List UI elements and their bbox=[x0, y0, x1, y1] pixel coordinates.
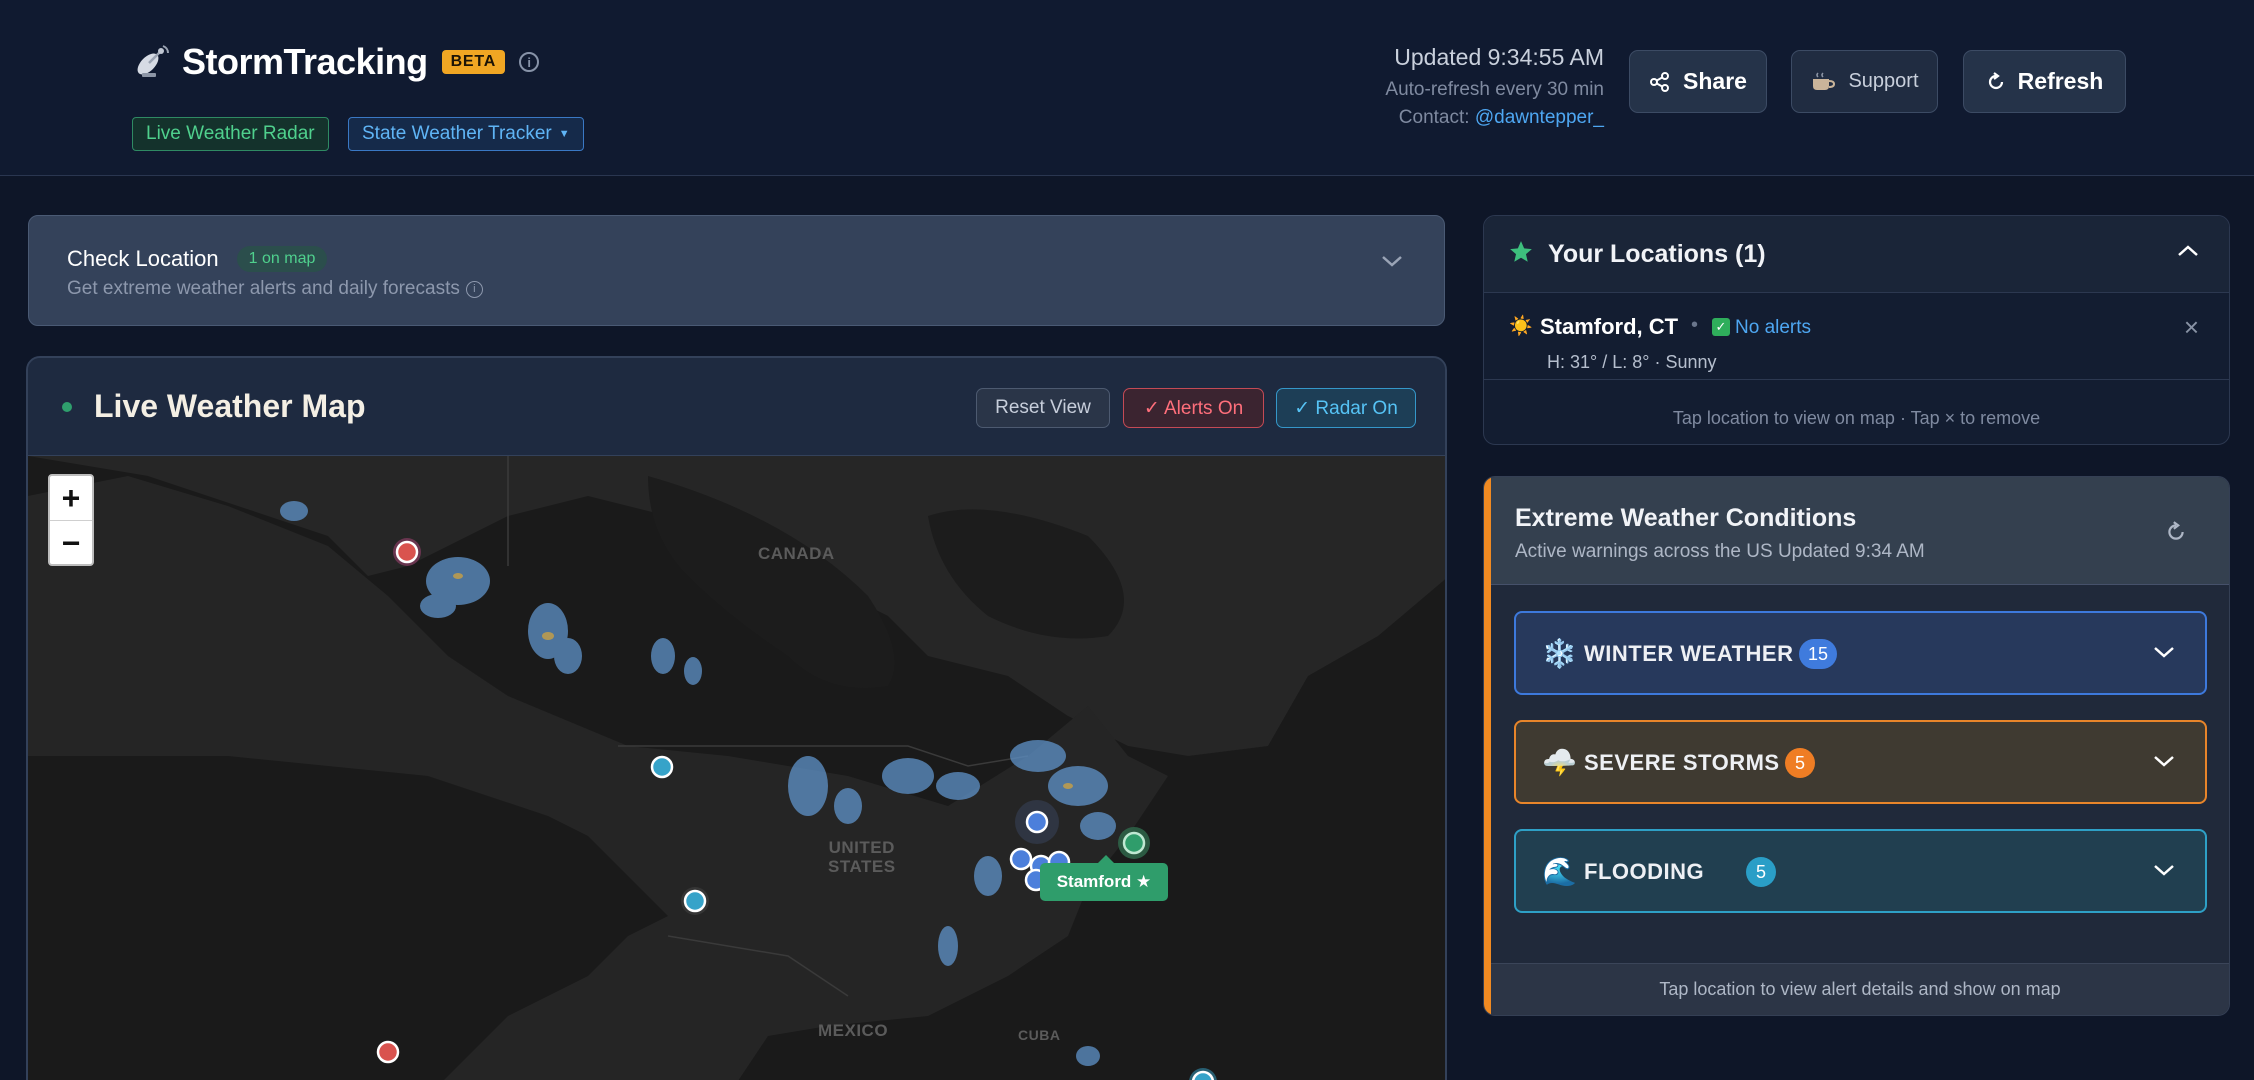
caret-down-icon: ▼ bbox=[558, 128, 570, 140]
chevron-down-icon bbox=[2153, 645, 2175, 664]
chevron-down-icon bbox=[2153, 863, 2175, 882]
sun-icon: ☀️ bbox=[1509, 316, 1533, 337]
check-location-panel[interactable]: Check Location 1 on map Get extreme weat… bbox=[28, 215, 1445, 326]
chevron-down-icon[interactable] bbox=[1380, 254, 1404, 273]
map-label-united-states: UNITED STATES bbox=[828, 838, 896, 876]
chevron-up-icon[interactable] bbox=[2177, 244, 2199, 263]
beta-badge: BETA bbox=[441, 50, 506, 74]
info-icon[interactable]: i bbox=[465, 280, 483, 298]
support-label: Support bbox=[1848, 70, 1919, 92]
radar-toggle[interactable]: ✓ Radar On bbox=[1276, 388, 1416, 428]
info-icon[interactable]: i bbox=[519, 52, 540, 72]
wave-icon: 🌊 bbox=[1542, 856, 1577, 887]
contact-line: Contact: @dawntepper_ bbox=[1385, 107, 1604, 129]
accent-bar bbox=[1484, 477, 1491, 1015]
category-label: FLOODING bbox=[1584, 859, 1705, 884]
updated-time: Updated 9:34:55 AM bbox=[1394, 44, 1604, 70]
check-icon: ✓ bbox=[1712, 318, 1730, 336]
state-weather-tracker-dropdown[interactable]: State Weather Tracker ▼ bbox=[348, 117, 584, 151]
auto-refresh-note: Auto-refresh every 30 min bbox=[1385, 79, 1604, 100]
category-count-badge: 5 bbox=[1785, 748, 1815, 778]
your-locations-header[interactable]: Your Locations (1) bbox=[1484, 216, 2229, 293]
check-location-subtitle: Get extreme weather alerts and daily for… bbox=[67, 278, 460, 299]
extreme-weather-title: Extreme Weather Conditions bbox=[1515, 504, 1857, 532]
category-label: SEVERE STORMS bbox=[1584, 750, 1780, 775]
refresh-label: Refresh bbox=[2017, 68, 2104, 94]
map-label-mexico: MEXICO bbox=[818, 1021, 889, 1040]
refresh-icon[interactable] bbox=[2165, 521, 2187, 548]
remove-location-icon[interactable]: × bbox=[2184, 312, 2199, 343]
category-flooding[interactable]: 🌊 FLOODING 5 bbox=[1514, 829, 2207, 913]
category-count-badge: 15 bbox=[1799, 639, 1838, 669]
stamford-map-tooltip[interactable]: Stamford ★ bbox=[1040, 855, 1168, 901]
zoom-out-button[interactable]: − bbox=[50, 521, 92, 566]
map-title: Live Weather Map bbox=[94, 388, 366, 424]
live-weather-radar-link[interactable]: Live Weather Radar bbox=[132, 117, 329, 151]
contact-handle-link[interactable]: @dawntepper_ bbox=[1475, 107, 1604, 128]
satellite-dish-icon bbox=[130, 40, 174, 84]
refresh-button[interactable]: Refresh bbox=[1963, 50, 2126, 113]
category-severe-storms[interactable]: 🌩️ SEVERE STORMS 5 bbox=[1514, 720, 2207, 804]
support-button[interactable]: Support bbox=[1791, 50, 1938, 113]
map-label-cuba: CUBA bbox=[1018, 1027, 1061, 1043]
zoom-control: + − bbox=[48, 474, 94, 566]
brand: StormTracking BETA i bbox=[130, 40, 540, 84]
location-forecast: H: 31° / L: 8° · Sunny bbox=[1547, 352, 1717, 372]
weather-map[interactable]: CANADA UNITED STATES MEXICO CUBA + − Sta… bbox=[28, 456, 1445, 1080]
extreme-weather-header: Extreme Weather Conditions Active warnin… bbox=[1491, 477, 2229, 585]
live-weather-radar-label: Live Weather Radar bbox=[146, 123, 315, 144]
location-item[interactable]: ☀️ Stamford, CT • ✓ No alerts H: 31° / L… bbox=[1484, 294, 2229, 380]
star-icon bbox=[1508, 239, 1534, 270]
share-button[interactable]: Share bbox=[1629, 50, 1767, 113]
map-toolbar: Live Weather Map Reset View ✓ Alerts On … bbox=[28, 358, 1445, 456]
reset-view-button[interactable]: Reset View bbox=[976, 388, 1110, 428]
app-title: StormTracking bbox=[182, 41, 428, 82]
category-count-badge: 5 bbox=[1746, 857, 1776, 887]
location-city: Stamford, CT bbox=[1540, 314, 1679, 339]
map-canvas bbox=[28, 456, 1445, 1080]
zoom-in-button[interactable]: + bbox=[50, 476, 92, 521]
location-alert-status: No alerts bbox=[1735, 317, 1812, 338]
coffee-icon bbox=[1810, 71, 1836, 93]
chevron-down-icon bbox=[2153, 754, 2175, 773]
extreme-weather-hint: Tap location to view alert details and s… bbox=[1491, 963, 2229, 1015]
share-label: Share bbox=[1683, 68, 1747, 94]
extreme-weather-subtitle: Active warnings across the US Updated 9:… bbox=[1515, 541, 1925, 562]
contact-label: Contact: bbox=[1398, 107, 1470, 128]
refresh-icon bbox=[1986, 71, 2006, 92]
live-indicator-dot bbox=[62, 402, 72, 412]
your-locations-panel: Your Locations (1) ☀️ Stamford, CT • ✓ N… bbox=[1483, 215, 2230, 445]
your-locations-hint: Tap location to view on map · Tap × to r… bbox=[1672, 408, 2041, 428]
app-header: StormTracking BETA i Live Weather Radar … bbox=[0, 0, 2254, 176]
check-location-title: Check Location bbox=[67, 246, 219, 271]
update-info: Updated 9:34:55 AM Auto-refresh every 30… bbox=[1385, 44, 1604, 129]
check-location-subtitle-row: Get extreme weather alerts and daily for… bbox=[67, 278, 483, 300]
state-weather-tracker-label: State Weather Tracker bbox=[362, 123, 552, 144]
separator-dot: • bbox=[1691, 314, 1699, 336]
map-label-canada: CANADA bbox=[758, 544, 835, 563]
extreme-weather-panel: Extreme Weather Conditions Active warnin… bbox=[1483, 476, 2230, 1016]
on-map-badge: 1 on map bbox=[236, 246, 328, 272]
live-weather-map-panel: Live Weather Map Reset View ✓ Alerts On … bbox=[26, 356, 1447, 1080]
alerts-toggle[interactable]: ✓ Alerts On bbox=[1123, 388, 1264, 428]
check-location-header: Check Location 1 on map bbox=[67, 246, 328, 272]
category-label: WINTER WEATHER bbox=[1584, 641, 1794, 666]
storm-cloud-icon: 🌩️ bbox=[1542, 747, 1577, 778]
your-locations-title: Your Locations (1) bbox=[1548, 240, 1766, 268]
category-winter-weather[interactable]: ❄️ WINTER WEATHER 15 bbox=[1514, 611, 2207, 695]
share-icon bbox=[1649, 71, 1671, 93]
snowflake-icon: ❄️ bbox=[1542, 638, 1577, 669]
